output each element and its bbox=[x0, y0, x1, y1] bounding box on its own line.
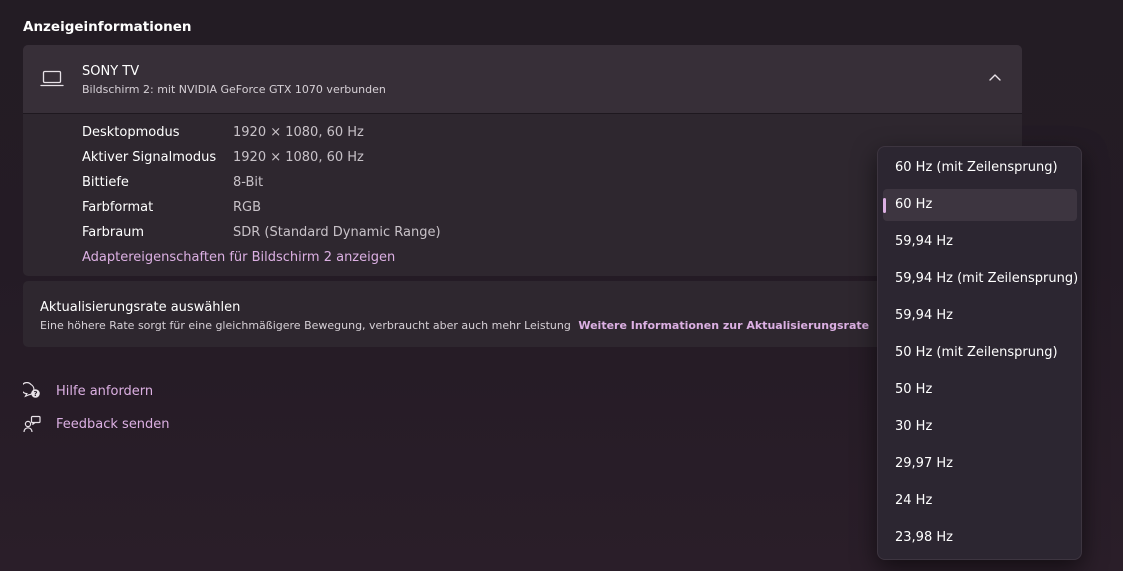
refresh-option[interactable]: 23,98 Hz bbox=[883, 522, 1077, 554]
refresh-rate-description-text: Eine höhere Rate sorgt für eine gleichmä… bbox=[40, 319, 571, 332]
feedback-icon bbox=[23, 415, 41, 433]
info-label: Farbraum bbox=[82, 225, 145, 240]
refresh-option-label: 59,94 Hz (mit Zeilensprung) bbox=[895, 271, 1079, 286]
refresh-rate-title: Aktualisierungsrate auswählen bbox=[40, 300, 241, 315]
refresh-option-label: 30 Hz bbox=[895, 419, 933, 434]
display-header[interactable]: SONY TV Bildschirm 2: mit NVIDIA GeForce… bbox=[23, 45, 1022, 114]
display-subtitle: Bildschirm 2: mit NVIDIA GeForce GTX 107… bbox=[82, 83, 386, 96]
refresh-option-label: 50 Hz bbox=[895, 382, 933, 397]
info-label: Farbformat bbox=[82, 200, 154, 215]
selection-indicator bbox=[883, 198, 886, 213]
refresh-option[interactable]: 59,94 Hz bbox=[883, 300, 1077, 332]
refresh-option-selected[interactable]: 60 Hz bbox=[883, 189, 1077, 221]
adapter-properties-link[interactable]: Adaptereigenschaften für Bildschirm 2 an… bbox=[82, 250, 395, 265]
chevron-up-icon[interactable] bbox=[988, 72, 1002, 82]
info-value: SDR (Standard Dynamic Range) bbox=[233, 225, 441, 240]
refresh-option-label: 24 Hz bbox=[895, 493, 933, 508]
info-label: Aktiver Signalmodus bbox=[82, 150, 217, 165]
refresh-rate-card: Aktualisierungsrate auswählen Eine höher… bbox=[23, 281, 903, 347]
refresh-option[interactable]: 60 Hz (mit Zeilensprung) bbox=[883, 152, 1077, 184]
info-label: Desktopmodus bbox=[82, 125, 180, 140]
info-value: RGB bbox=[233, 200, 262, 215]
info-value: 1920 × 1080, 60 Hz bbox=[233, 150, 364, 165]
refresh-rate-dropdown[interactable]: 60 Hz (mit Zeilensprung) 60 Hz 59,94 Hz … bbox=[877, 146, 1082, 560]
get-help-label: Hilfe anfordern bbox=[56, 384, 154, 399]
display-name: SONY TV bbox=[82, 64, 140, 79]
refresh-option[interactable]: 24 Hz bbox=[883, 485, 1077, 517]
refresh-option-label: 29,97 Hz bbox=[895, 456, 953, 471]
display-info-card: SONY TV Bildschirm 2: mit NVIDIA GeForce… bbox=[23, 45, 1022, 276]
refresh-option-label: 23,98 Hz bbox=[895, 530, 953, 545]
help-chat-icon: ? bbox=[23, 382, 40, 398]
refresh-option[interactable]: 59,94 Hz (mit Zeilensprung) bbox=[883, 263, 1079, 295]
refresh-rate-info-link[interactable]: Weitere Informationen zur Aktualisierung… bbox=[578, 319, 869, 332]
laptop-icon bbox=[40, 70, 64, 87]
info-value: 8-Bit bbox=[233, 175, 264, 190]
refresh-option-label: 59,94 Hz bbox=[895, 308, 953, 323]
refresh-option-label: 59,94 Hz bbox=[895, 234, 953, 249]
refresh-option[interactable]: 59,94 Hz bbox=[883, 226, 1077, 258]
section-title: Anzeigeinformationen bbox=[23, 19, 192, 35]
refresh-option[interactable]: 50 Hz bbox=[883, 374, 1077, 406]
refresh-option[interactable]: 29,97 Hz bbox=[883, 448, 1077, 480]
refresh-option-label: 60 Hz bbox=[895, 197, 933, 212]
send-feedback-label: Feedback senden bbox=[56, 417, 170, 432]
svg-text:?: ? bbox=[33, 390, 37, 398]
refresh-rate-description: Eine höhere Rate sorgt für eine gleichmä… bbox=[40, 319, 869, 332]
refresh-option[interactable]: 50 Hz (mit Zeilensprung) bbox=[883, 337, 1077, 369]
refresh-option-label: 50 Hz (mit Zeilensprung) bbox=[895, 345, 1058, 360]
refresh-option-label: 60 Hz (mit Zeilensprung) bbox=[895, 160, 1058, 175]
info-value: 1920 × 1080, 60 Hz bbox=[233, 125, 364, 140]
refresh-option[interactable]: 30 Hz bbox=[883, 411, 1077, 443]
info-label: Bittiefe bbox=[82, 175, 129, 190]
